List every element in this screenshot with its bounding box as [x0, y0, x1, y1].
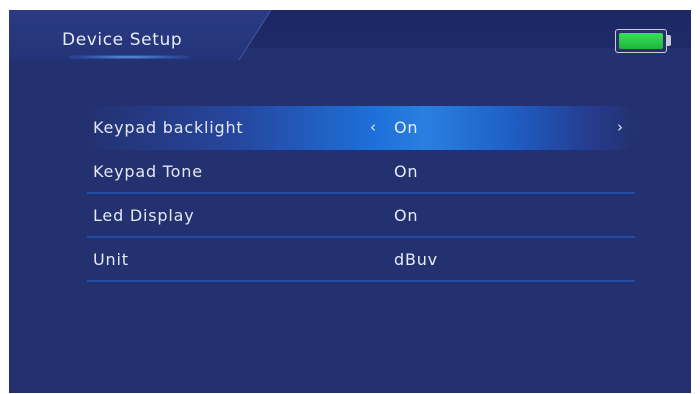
battery-body: [615, 29, 667, 53]
menu-row-value: On: [394, 162, 419, 181]
menu-row-keypad-backlight[interactable]: Keypad backlight ‹ On ›: [87, 106, 635, 150]
menu-row-unit[interactable]: Unit dBuv: [87, 238, 635, 282]
chevron-left-icon[interactable]: ‹: [370, 117, 376, 137]
battery-full-icon: [615, 29, 671, 53]
menu-row-label: Unit: [93, 250, 129, 269]
page-title: Device Setup: [62, 30, 183, 50]
menu-row-label: Keypad backlight: [93, 118, 244, 137]
settings-menu: Keypad backlight ‹ On › Keypad Tone On L…: [87, 106, 635, 282]
menu-row-label: Keypad Tone: [93, 162, 203, 181]
menu-row-label: Led Display: [93, 206, 195, 225]
chevron-right-icon[interactable]: ›: [617, 117, 623, 137]
menu-row-keypad-tone[interactable]: Keypad Tone On: [87, 150, 635, 194]
menu-row-led-display[interactable]: Led Display On: [87, 194, 635, 238]
device-screen: Device Setup Keypad backlight ‹ On › Key…: [9, 10, 691, 393]
header-glow: [69, 55, 189, 59]
menu-row-value: dBuv: [394, 250, 438, 269]
menu-row-value: On: [394, 118, 419, 137]
menu-row-value: On: [394, 206, 419, 225]
battery-tip: [666, 35, 671, 46]
battery-fill: [619, 33, 663, 49]
